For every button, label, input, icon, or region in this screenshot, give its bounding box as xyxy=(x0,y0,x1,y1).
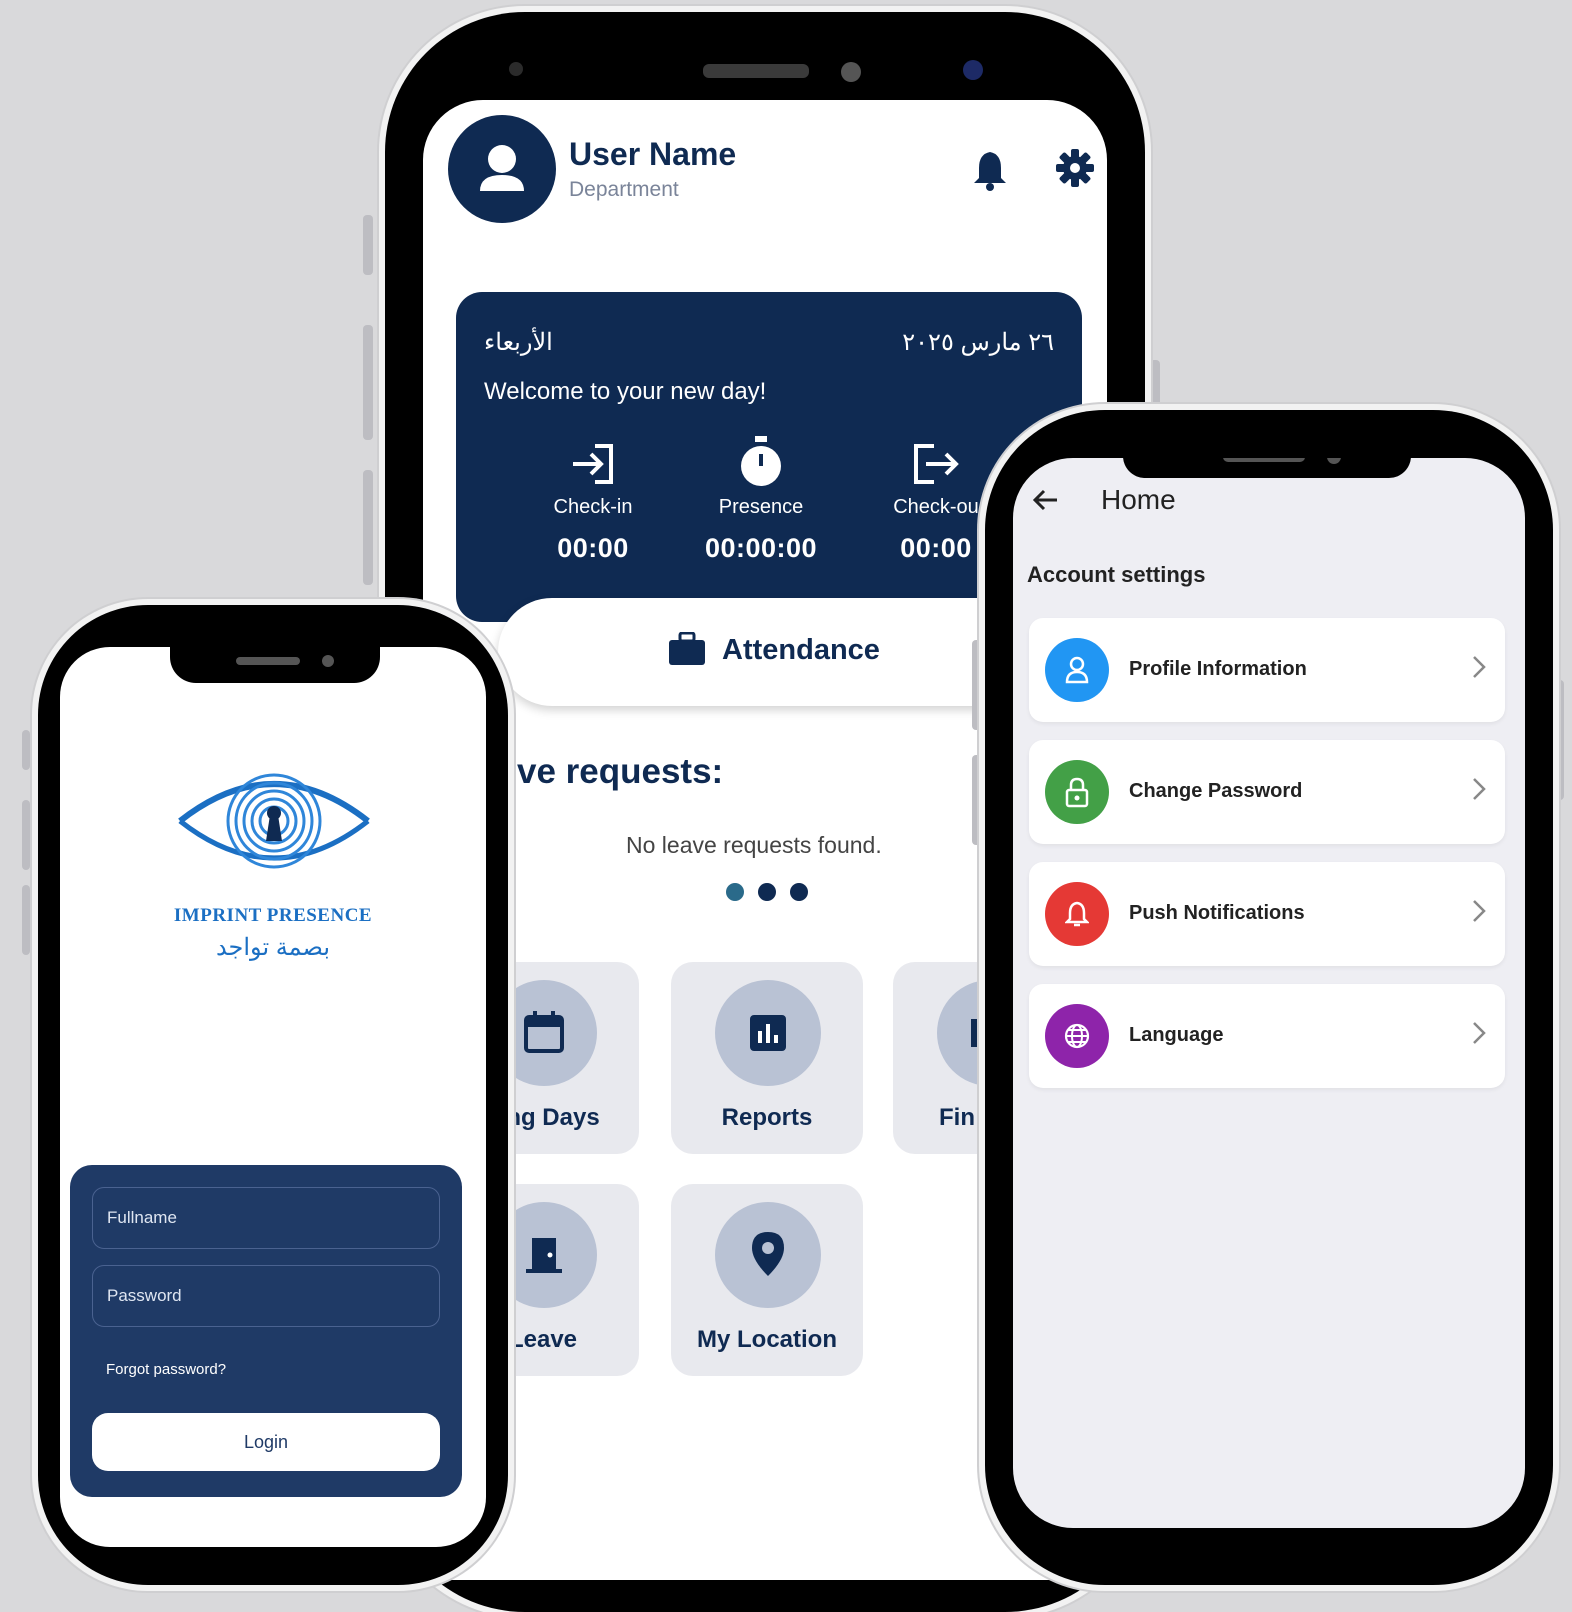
door-icon xyxy=(526,1238,562,1273)
page-title: Home xyxy=(1101,484,1176,515)
password-placeholder: Password xyxy=(107,1286,182,1305)
stopwatch-icon xyxy=(741,436,781,486)
check-in-value: 00:00 xyxy=(557,533,629,563)
logout-icon xyxy=(914,444,959,484)
side-button xyxy=(1150,360,1160,410)
lock-icon xyxy=(1065,777,1089,808)
person-icon xyxy=(1065,656,1089,684)
check-in-label: Check-in xyxy=(553,496,633,518)
arrow-left-icon xyxy=(1032,489,1057,511)
presence-value: 00:00:00 xyxy=(704,533,818,563)
side-button xyxy=(363,470,373,585)
change-password-row[interactable]: Change Password xyxy=(1029,740,1505,844)
tile-my-location[interactable]: My Location xyxy=(671,1184,863,1376)
presence-stat: Presence 00:00:00 xyxy=(681,436,841,564)
tile-icon-bg xyxy=(715,980,821,1086)
chevron-right-icon xyxy=(1473,1022,1486,1044)
speaker xyxy=(703,64,809,78)
speaker xyxy=(236,657,300,665)
chevron-right-icon xyxy=(1473,656,1486,678)
push-notifications-row[interactable]: Push Notifications xyxy=(1029,862,1505,966)
lock-icon-bg xyxy=(1045,760,1109,824)
avatar[interactable] xyxy=(448,115,556,223)
tile-icon-bg xyxy=(715,1202,821,1308)
chevron-right-icon xyxy=(1473,778,1486,800)
bell-icon xyxy=(974,152,1006,191)
imprint-eye-logo-icon xyxy=(178,773,370,869)
notch xyxy=(170,647,380,683)
login-icon xyxy=(573,444,613,484)
brand-name-en: IMPRINT PRESENCE xyxy=(173,905,373,926)
side-button xyxy=(972,755,982,845)
carousel-dot[interactable] xyxy=(758,883,776,901)
fullname-field[interactable]: Fullname xyxy=(92,1187,440,1249)
tile-reports[interactable]: Reports xyxy=(671,962,863,1154)
side-button xyxy=(972,640,982,730)
globe-icon-bg xyxy=(1045,1004,1109,1068)
sensor xyxy=(509,62,523,76)
leave-requests-title: ve requests: xyxy=(517,752,724,791)
profile-information-row[interactable]: Profile Information xyxy=(1029,618,1505,722)
forgot-password-link[interactable]: Forgot password? xyxy=(106,1361,226,1378)
bell-icon-bg xyxy=(1045,882,1109,946)
profile-icon-bg xyxy=(1045,638,1109,702)
bell-icon xyxy=(1065,901,1089,927)
calendar-icon xyxy=(524,1011,564,1053)
chevron-right-icon xyxy=(1473,900,1486,922)
carousel-dot[interactable] xyxy=(726,883,744,901)
left-phone: IMPRINT PRESENCE بصمة تواجد Fullname Pas… xyxy=(38,605,508,1585)
check-in-stat: Check-in 00:00 xyxy=(518,440,668,564)
tile-label: My Location xyxy=(696,1326,837,1353)
person-icon xyxy=(480,145,524,191)
fullname-placeholder: Fullname xyxy=(107,1208,177,1227)
login-panel: Fullname Password Forgot password? Login xyxy=(70,1165,462,1497)
notification-button[interactable] xyxy=(971,148,1009,192)
front-camera xyxy=(841,62,861,82)
gear-icon xyxy=(1056,149,1094,187)
side-button xyxy=(363,215,373,275)
department: Department xyxy=(569,178,679,201)
location-pin-icon xyxy=(752,1232,784,1276)
login-screen: IMPRINT PRESENCE بصمة تواجد Fullname Pas… xyxy=(60,647,486,1547)
row-label: Language xyxy=(1129,1024,1224,1046)
tile-label: Reports xyxy=(721,1104,813,1131)
date: ٢٦ مارس ٢٠٢٥ xyxy=(902,329,1054,356)
side-button xyxy=(1556,680,1564,800)
sensor xyxy=(963,60,983,80)
briefcase-icon xyxy=(669,632,705,665)
side-button xyxy=(22,885,30,955)
row-label: Change Password xyxy=(1129,780,1303,802)
row-label: Profile Information xyxy=(1129,658,1307,680)
settings-button[interactable] xyxy=(1055,148,1095,188)
settings-screen: Home Account settings Profile Informatio… xyxy=(1013,458,1525,1528)
attendance-label: Attendance xyxy=(722,634,880,666)
globe-icon xyxy=(1064,1023,1090,1049)
front-camera xyxy=(322,655,334,667)
right-phone: Home Account settings Profile Informatio… xyxy=(985,410,1553,1585)
side-button xyxy=(363,325,373,440)
user-name: User Name xyxy=(569,136,737,172)
side-button xyxy=(22,800,30,870)
login-button[interactable]: Login xyxy=(92,1413,440,1471)
carousel-dot[interactable] xyxy=(790,883,808,901)
leave-empty-text: No leave requests found. xyxy=(626,832,882,858)
speaker xyxy=(1223,458,1305,462)
brand-name-ar: بصمة تواجد xyxy=(215,934,331,961)
section-title: Account settings xyxy=(1027,562,1206,587)
password-field[interactable]: Password xyxy=(92,1265,440,1327)
row-label: Push Notifications xyxy=(1129,902,1305,924)
language-row[interactable]: Language xyxy=(1029,984,1505,1088)
chart-icon xyxy=(750,1015,786,1051)
presence-label: Presence xyxy=(718,496,804,518)
side-button xyxy=(22,730,30,770)
welcome-text: Welcome to your new day! xyxy=(484,378,767,405)
back-button[interactable] xyxy=(1031,488,1059,512)
weekday: الأربعاء xyxy=(484,329,553,356)
